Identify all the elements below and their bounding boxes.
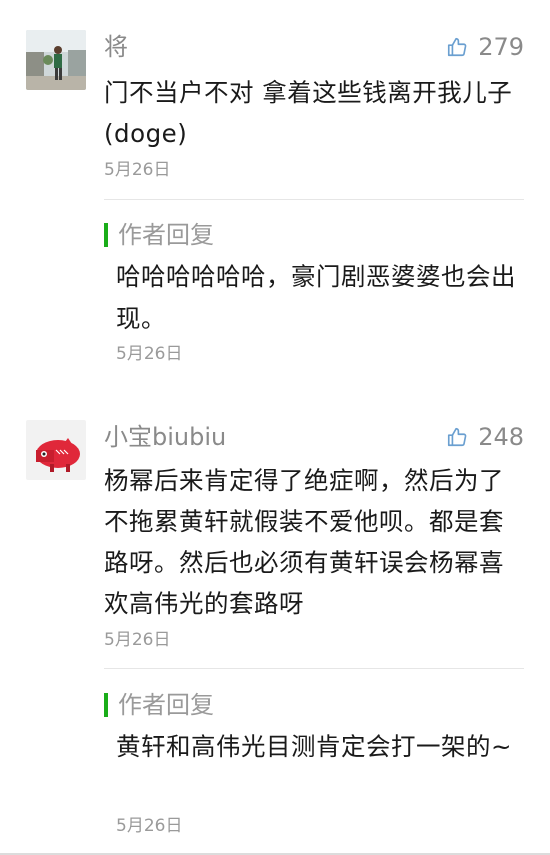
author-reply-date: 5月26日 [116,344,183,364]
comment-date: 5月26日 [104,160,171,180]
reply-marker [104,693,108,717]
thumbs-up-icon [448,37,467,57]
like-count: 248 [478,423,524,451]
author-reply-label: 作者回复 [104,220,214,250]
author-reply-date: 5月26日 [116,816,183,836]
like-button[interactable]: 248 [446,422,524,452]
comment-item: 小宝biubiu 248 杨幂后来肯定得了绝症啊，然后为了不拖累黄轩就假装不爱他… [0,400,550,855]
comment-username[interactable]: 将 [104,32,128,62]
comment-date: 5月26日 [104,630,171,650]
reply-label-text: 作者回复 [118,691,214,719]
reply-marker [104,223,108,247]
comment-text: 门不当户不对 拿着这些钱离开我儿子(doge) [104,78,513,148]
divider [104,199,524,200]
comment-username[interactable]: 小宝biubiu [104,422,226,452]
thumbs-up-icon [448,427,467,447]
comment-item: 将 279 门不当户不对 拿着这些钱离开我儿子(doge) 5月26日 作者回复… [0,0,550,400]
avatar[interactable] [26,420,86,480]
avatar[interactable] [26,30,86,90]
like-count: 279 [478,33,524,61]
like-button[interactable]: 279 [446,32,524,62]
author-reply-text: 黄轩和高伟光目测肯定会打一架的~ [116,732,513,761]
divider [104,668,524,669]
comment-text: 杨幂后来肯定得了绝症啊，然后为了不拖累黄轩就假装不爱他呗。都是套路呀。然后也必须… [104,466,504,618]
reply-label-text: 作者回复 [118,221,214,249]
author-reply-label: 作者回复 [104,690,214,720]
author-reply-text: 哈哈哈哈哈哈，豪门剧恶婆婆也会出现。 [116,262,516,333]
